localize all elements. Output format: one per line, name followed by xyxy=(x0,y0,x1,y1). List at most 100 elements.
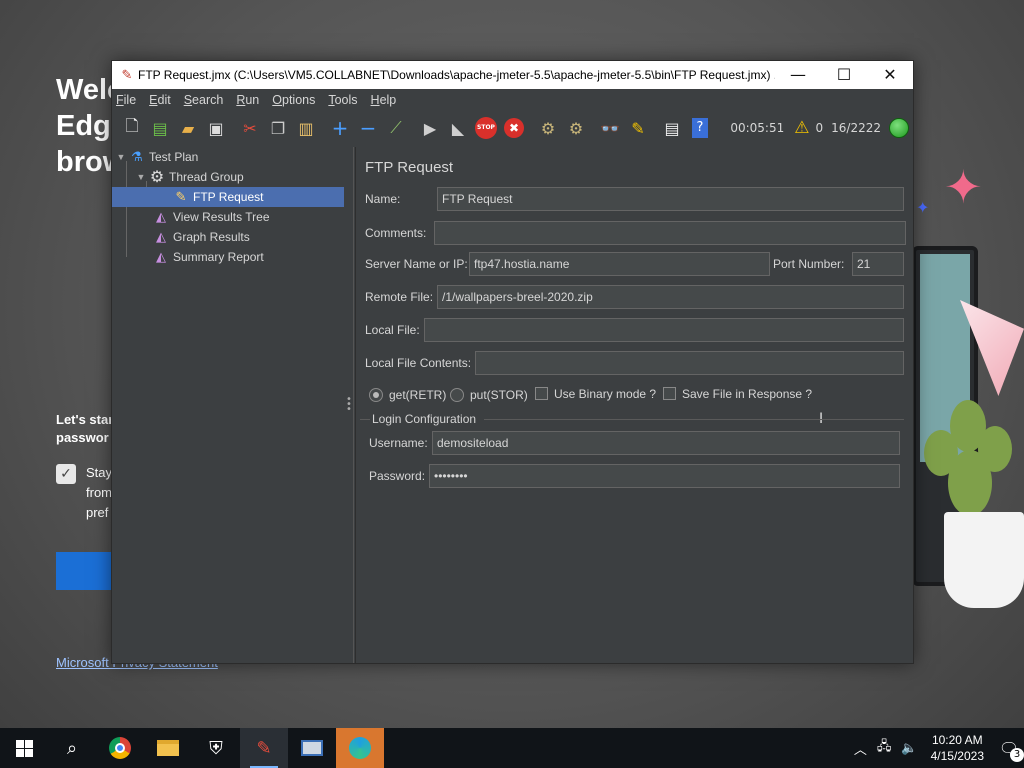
tree-item-label: View Results Tree xyxy=(173,210,270,224)
start-no-pauses-icon[interactable]: ◣ xyxy=(444,116,472,140)
file-explorer-icon[interactable] xyxy=(144,728,192,768)
shutdown-icon[interactable]: ✖ xyxy=(500,116,528,140)
edge-stay-checkbox[interactable]: ✓ xyxy=(56,464,76,484)
copy-icon[interactable]: ❐ xyxy=(264,116,292,140)
gear-icon: ⚙ xyxy=(149,169,165,186)
chevron-down-icon[interactable]: ▼ xyxy=(134,172,148,182)
edge-primary-button[interactable] xyxy=(56,552,116,590)
tree-item-label: Thread Group xyxy=(169,170,244,184)
put-label: put(STOR) xyxy=(470,388,528,402)
maximize-button[interactable]: ☐ xyxy=(821,61,867,89)
tree-item-summary-report[interactable]: ◭ Summary Report xyxy=(152,247,264,267)
clock-date: 4/15/2023 xyxy=(930,749,984,763)
menu-search[interactable]: Search xyxy=(184,93,224,107)
get-radio[interactable] xyxy=(369,388,383,402)
menu-help[interactable]: Help xyxy=(371,93,397,107)
jmeter-feather-icon: ✎ xyxy=(121,67,133,83)
server-label: Server Name or IP: xyxy=(365,257,468,271)
reset-search-icon[interactable]: ✎ xyxy=(624,116,652,140)
windows-start-icon[interactable] xyxy=(0,728,48,768)
panel-title: FTP Request xyxy=(365,159,454,176)
open-icon[interactable]: ▰ xyxy=(174,116,202,140)
cut-icon[interactable]: ✂ xyxy=(236,116,264,140)
lets-start-line-2: passwor xyxy=(56,430,109,445)
edge-taskbar-icon[interactable] xyxy=(336,728,384,768)
toolbar: 🗋 ▤ ▰ ▣ ✂ ❐ ▥ + − ⟋ ▶ ◣ STOP ✖ ⚙ ⚙ 👓 ✎ ▤… xyxy=(112,111,913,145)
menu-edit[interactable]: Edit xyxy=(149,93,171,107)
port-field[interactable]: 21 xyxy=(852,252,904,276)
binary-mode-checkbox[interactable] xyxy=(535,387,548,400)
listener-icon: ◭ xyxy=(156,229,166,244)
chrome-icon[interactable] xyxy=(96,728,144,768)
title-bar[interactable]: ✎ FTP Request.jmx (C:\Users\VM5.COLLABNE… xyxy=(112,61,913,89)
group-border-left xyxy=(360,419,370,420)
menu-bar: File Edit Search Run Options Tools Help xyxy=(112,89,913,111)
function-helper-icon[interactable]: ▤ xyxy=(658,116,686,140)
notification-count: 3 xyxy=(1010,747,1024,762)
username-label: Username: xyxy=(369,436,428,450)
save-icon[interactable]: ▣ xyxy=(202,116,230,140)
notifications-icon[interactable]: 🗨 3 xyxy=(994,739,1024,762)
put-radio[interactable] xyxy=(450,388,464,402)
help-icon[interactable]: ? xyxy=(686,116,714,140)
tree-item-thread-group[interactable]: ▼ ⚙ Thread Group xyxy=(134,167,244,187)
search-icon[interactable]: ⌕ xyxy=(48,728,96,768)
warning-icon[interactable]: ⚠ xyxy=(794,118,809,138)
remote-desktop-icon[interactable] xyxy=(288,728,336,768)
test-plan-tree: ▼ ⚗ Test Plan ▼ ⚙ Thread Group ✎ FTP Req… xyxy=(112,147,344,663)
server-field[interactable]: ftp47.hostia.name xyxy=(469,252,770,276)
tree-item-graph-results[interactable]: ◭ Graph Results xyxy=(152,227,250,247)
stay-line-3: pref xyxy=(86,505,109,520)
chevron-down-icon[interactable]: ▼ xyxy=(114,152,128,162)
menu-options[interactable]: Options xyxy=(272,93,315,107)
paste-icon[interactable]: ▥ xyxy=(292,116,320,140)
login-config-heading: Login Configuration xyxy=(372,412,477,426)
jmeter-taskbar-icon[interactable]: ✎ xyxy=(240,728,288,768)
tree-item-label: FTP Request xyxy=(193,190,264,204)
search-icon[interactable]: 👓 xyxy=(596,116,624,140)
clear-all-icon[interactable]: ⚙ xyxy=(562,116,590,140)
minimize-button[interactable]: — xyxy=(775,61,821,89)
stay-line-2: from xyxy=(86,485,112,500)
get-label: get(RETR) xyxy=(389,388,447,402)
network-icon[interactable]: 🖧 xyxy=(877,737,892,759)
comments-field[interactable] xyxy=(434,221,906,245)
menu-tools[interactable]: Tools xyxy=(328,93,357,107)
menu-run[interactable]: Run xyxy=(236,93,259,107)
split-pane-divider[interactable]: • • • xyxy=(344,147,354,663)
expand-icon[interactable]: + xyxy=(326,116,354,140)
templates-icon[interactable]: ▤ xyxy=(146,116,174,140)
binary-mode-label: Use Binary mode ? xyxy=(554,387,657,401)
save-file-checkbox[interactable] xyxy=(663,387,676,400)
clock[interactable]: 10:20 AM 4/15/2023 xyxy=(931,732,984,764)
password-field[interactable]: •••••••• xyxy=(429,464,900,488)
small-sparkle-icon: ✦ xyxy=(916,198,930,217)
tree-item-ftp-request[interactable]: ✎ FTP Request xyxy=(112,187,344,207)
edge-lets-start-text: Let's star passwor xyxy=(56,411,113,447)
start-icon[interactable]: ▶ xyxy=(416,116,444,140)
chevron-up-icon[interactable]: ︿ xyxy=(854,739,867,758)
warning-count: 0 xyxy=(815,121,824,135)
password-label: Password: xyxy=(369,469,426,483)
clock-time: 10:20 AM xyxy=(931,733,983,747)
volume-icon[interactable]: 🔈 xyxy=(901,741,917,756)
local-contents-field[interactable] xyxy=(475,351,904,375)
menu-file[interactable]: File xyxy=(116,93,136,107)
local-file-field[interactable] xyxy=(424,318,904,342)
stop-icon[interactable]: STOP xyxy=(472,116,500,140)
username-field[interactable]: demositeload xyxy=(432,431,900,455)
toggle-icon[interactable]: ⟋ xyxy=(382,116,410,140)
tree-item-test-plan[interactable]: ▼ ⚗ Test Plan xyxy=(114,147,199,167)
remote-file-label: Remote File: xyxy=(365,290,434,304)
sparkle-icon: ✦ xyxy=(944,160,983,214)
tree-item-view-results-tree[interactable]: ◭ View Results Tree xyxy=(152,207,270,227)
collapse-icon[interactable]: − xyxy=(354,116,382,140)
security-shield-icon[interactable]: ⛨ xyxy=(192,728,240,768)
close-button[interactable]: ✕ xyxy=(867,61,913,89)
remote-file-field[interactable]: /1/wallpapers-breel-2020.zip xyxy=(437,285,904,309)
elapsed-time: 00:05:51 xyxy=(730,121,785,135)
new-icon[interactable]: 🗋 xyxy=(118,116,146,140)
clear-icon[interactable]: ⚙ xyxy=(534,116,562,140)
flower-pot-illustration xyxy=(944,512,1024,608)
name-field[interactable]: FTP Request xyxy=(437,187,904,211)
